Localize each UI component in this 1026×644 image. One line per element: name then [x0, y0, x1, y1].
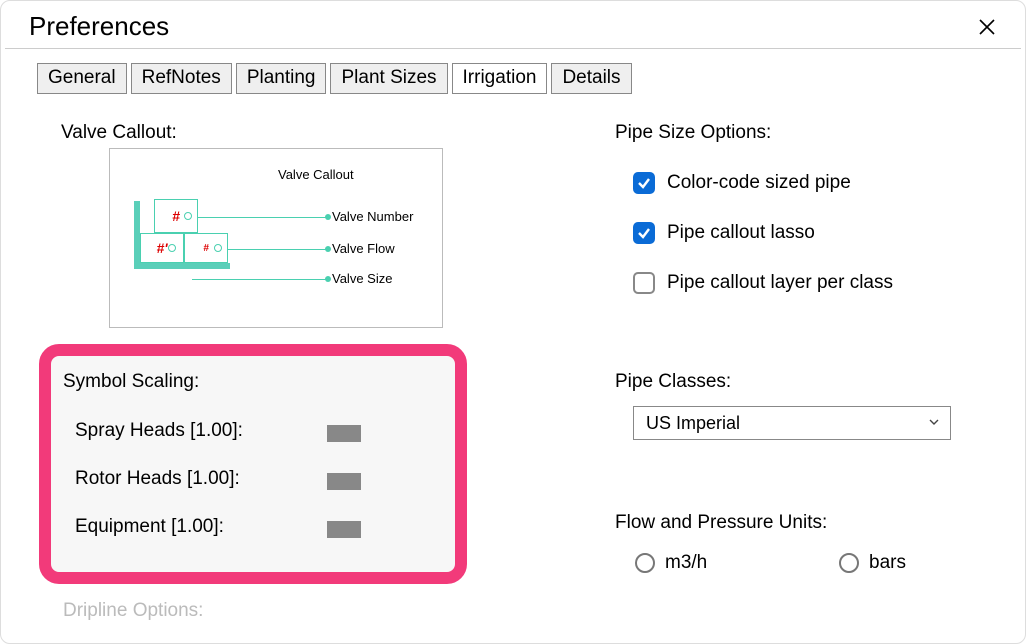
- flow-pressure-units-label: Flow and Pressure Units:: [615, 512, 827, 534]
- radio-pressure-row: bars: [839, 552, 906, 574]
- pipe-classes-select[interactable]: US Imperial: [633, 406, 951, 440]
- dot-icon: [325, 246, 331, 252]
- checkbox-label: Pipe callout layer per class: [667, 272, 893, 294]
- radio-flow-row: m3/h: [635, 552, 707, 574]
- dot-icon: [184, 212, 192, 220]
- radio-m3h[interactable]: [635, 553, 655, 573]
- preview-valve-number-label: Valve Number: [332, 209, 413, 224]
- radio-bars[interactable]: [839, 553, 859, 573]
- leader-line: [192, 279, 328, 280]
- spray-heads-label: Spray Heads [1.00]:: [75, 420, 243, 442]
- checkbox-label: Color-code sized pipe: [667, 172, 851, 194]
- window-title: Preferences: [29, 11, 169, 42]
- checkbox-color-code-row: Color-code sized pipe: [633, 172, 851, 194]
- dot-icon: [325, 276, 331, 282]
- tab-bar: General RefNotes Planting Plant Sizes Ir…: [1, 49, 1025, 94]
- select-value: US Imperial: [646, 413, 740, 434]
- preview-title: Valve Callout: [278, 167, 354, 182]
- radio-label: m3/h: [665, 552, 707, 574]
- titlebar: Preferences: [1, 1, 1025, 48]
- preview-valve-flow-label: Valve Flow: [332, 241, 395, 256]
- dripline-options-label: Dripline Options:: [63, 600, 203, 622]
- pipe-classes-label: Pipe Classes:: [615, 371, 731, 393]
- checkbox-layer-per-class-row: Pipe callout layer per class: [633, 272, 893, 294]
- pipe-size-options-label: Pipe Size Options:: [615, 122, 771, 144]
- tab-refnotes[interactable]: RefNotes: [131, 63, 232, 94]
- dot-icon: [325, 214, 331, 220]
- radio-label: bars: [869, 552, 906, 574]
- preferences-window: Preferences General RefNotes Planting Pl…: [0, 0, 1026, 644]
- rotor-heads-input[interactable]: [327, 473, 361, 490]
- close-icon[interactable]: [973, 13, 1001, 41]
- preview-valve-size-label: Valve Size: [332, 271, 392, 286]
- hash-small-icon: #: [203, 243, 209, 254]
- checkbox-pipe-lasso[interactable]: [633, 222, 655, 244]
- tab-details[interactable]: Details: [551, 63, 631, 94]
- tab-irrigation[interactable]: Irrigation: [452, 63, 548, 94]
- content-area: Valve Callout: Valve Callout Valve Numbe…: [1, 94, 1025, 634]
- checkbox-pipe-lasso-row: Pipe callout lasso: [633, 222, 815, 244]
- rotor-heads-label: Rotor Heads [1.00]:: [75, 468, 240, 490]
- equipment-label: Equipment [1.00]:: [75, 516, 224, 538]
- valve-callout-label: Valve Callout:: [61, 122, 177, 144]
- hash-icon: #: [172, 208, 180, 224]
- accent-bar: [134, 263, 230, 269]
- symbol-scaling-label: Symbol Scaling:: [63, 371, 199, 393]
- dot-icon: [168, 244, 176, 252]
- tab-general[interactable]: General: [37, 63, 127, 94]
- accent-bar: [134, 201, 140, 267]
- checkbox-layer-per-class[interactable]: [633, 272, 655, 294]
- tab-planting[interactable]: Planting: [236, 63, 327, 94]
- equipment-input[interactable]: [327, 521, 361, 538]
- preview-box-flow: #': [140, 233, 184, 263]
- hash-prime-icon: #': [156, 240, 167, 256]
- dot-icon: [214, 244, 222, 252]
- leader-line: [220, 249, 328, 250]
- checkbox-label: Pipe callout lasso: [667, 222, 815, 244]
- tab-plant-sizes[interactable]: Plant Sizes: [330, 63, 447, 94]
- valve-callout-preview[interactable]: Valve Callout Valve Number Valve Flow Va…: [109, 148, 443, 328]
- spray-heads-input[interactable]: [327, 425, 361, 442]
- checkbox-color-code[interactable]: [633, 172, 655, 194]
- leader-line: [188, 217, 328, 218]
- chevron-down-icon: [928, 416, 940, 431]
